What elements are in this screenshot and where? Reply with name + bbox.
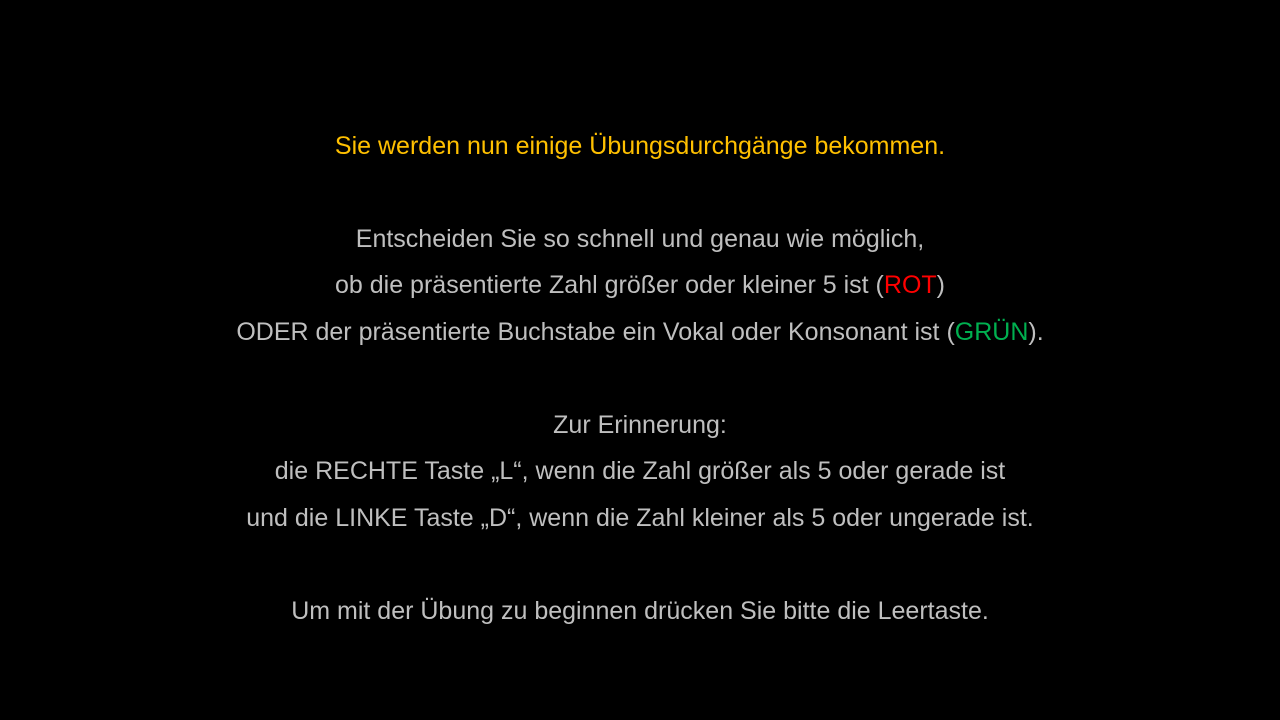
instruction-slide: Sie werden nun einige Übungsdurchgänge b… (0, 0, 1280, 720)
left-key-instruction: und die LINKE Taste „D“, wenn die Zahl k… (246, 504, 1034, 532)
right-key-instruction: die RECHTE Taste „L“, wenn die Zahl größ… (274, 457, 1006, 485)
task-line-2-suffix: ) (936, 271, 945, 299)
rot-label: ROT (883, 271, 937, 299)
task-line-3-suffix: ). (1028, 318, 1044, 346)
task-line-2: ob die präsentierte Zahl größer oder kle… (0, 268, 1280, 302)
practice-heading: Sie werden nun einige Übungsdurchgänge b… (334, 132, 946, 160)
task-line-3-prefix: ODER der präsentierte Buchstabe ein Voka… (236, 318, 955, 346)
task-line-2-prefix: ob die präsentierte Zahl größer oder kle… (335, 271, 884, 299)
task-line-3: ODER der präsentierte Buchstabe ein Voka… (0, 315, 1280, 349)
task-line-1: Entscheiden Sie so schnell und genau wie… (355, 225, 925, 253)
reminder-title: Zur Erinnerung: (553, 411, 727, 439)
start-prompt: Um mit der Übung zu beginnen drücken Sie… (291, 597, 989, 625)
gruen-label: GRÜN (954, 318, 1029, 346)
